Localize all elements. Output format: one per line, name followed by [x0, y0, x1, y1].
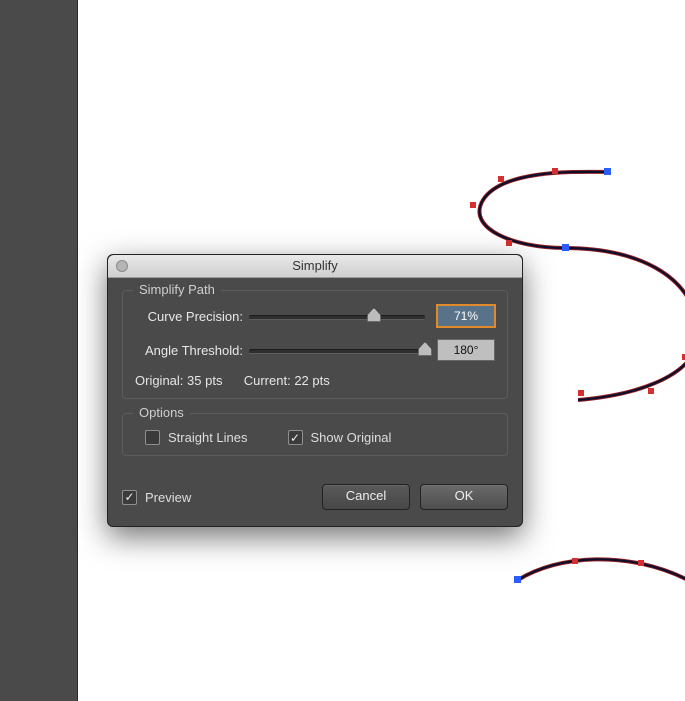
- ok-button[interactable]: OK: [420, 484, 508, 510]
- dialog-title: Simplify: [292, 258, 338, 273]
- dialog-titlebar[interactable]: Simplify: [108, 255, 522, 278]
- curve-precision-label: Curve Precision:: [135, 309, 243, 324]
- slider-thumb-icon[interactable]: [418, 342, 432, 356]
- curve-precision-slider[interactable]: [249, 309, 425, 323]
- preview-label: Preview: [145, 490, 191, 505]
- close-icon[interactable]: [116, 260, 128, 272]
- angle-threshold-input[interactable]: 180°: [437, 339, 495, 361]
- checkbox-icon: ✓: [288, 430, 303, 445]
- angle-threshold-slider[interactable]: [249, 343, 425, 357]
- simplify-path-group: Simplify Path Curve Precision: 71% Angle…: [122, 290, 508, 399]
- straight-lines-checkbox[interactable]: Straight Lines: [145, 430, 248, 445]
- checkbox-icon: ✓: [122, 490, 137, 505]
- group-legend: Simplify Path: [133, 282, 221, 297]
- curve-precision-input[interactable]: 71%: [437, 305, 495, 327]
- angle-threshold-label: Angle Threshold:: [135, 343, 243, 358]
- slider-thumb-icon[interactable]: [367, 308, 381, 322]
- cancel-button[interactable]: Cancel: [322, 484, 410, 510]
- show-original-checkbox[interactable]: ✓ Show Original: [288, 430, 392, 445]
- checkbox-icon: [145, 430, 160, 445]
- group-legend: Options: [133, 405, 190, 420]
- preview-checkbox[interactable]: ✓ Preview: [122, 490, 191, 505]
- options-group: Options Straight Lines ✓ Show Original: [122, 413, 508, 456]
- show-original-label: Show Original: [311, 430, 392, 445]
- simplify-dialog: Simplify Simplify Path Curve Precision: …: [107, 254, 523, 527]
- points-stats: Original: 35 pts Current: 22 pts: [135, 373, 495, 388]
- straight-lines-label: Straight Lines: [168, 430, 248, 445]
